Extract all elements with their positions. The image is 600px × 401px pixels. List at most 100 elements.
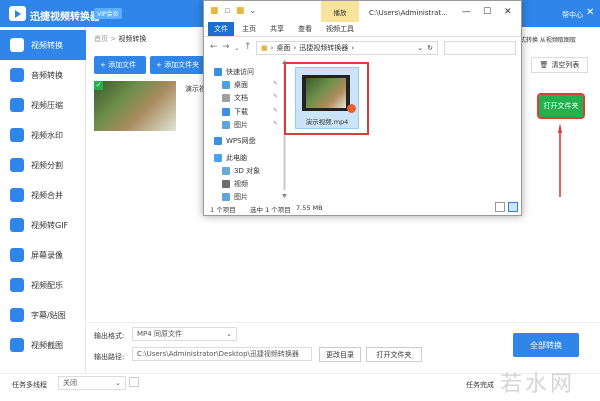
sidebar-item[interactable]: 音频转换 <box>0 60 86 90</box>
new-folder-icon[interactable]: ■ <box>236 6 246 16</box>
breadcrumb-home[interactable]: 首页 <box>94 35 108 43</box>
nav-item[interactable]: 视频 <box>222 178 248 190</box>
open-folder-green-button[interactable]: 打开文件夹 <box>537 93 585 119</box>
task-status-label: 任务完成 <box>466 381 494 389</box>
address-dropdown-icon[interactable]: ⌄ <box>417 44 423 52</box>
sidebar-item-label: 视频配乐 <box>31 280 63 290</box>
forward-arrow-icon[interactable]: → <box>222 42 230 52</box>
details-view-icon[interactable] <box>495 202 505 212</box>
sidebar-item[interactable]: 视频转换 <box>0 30 86 60</box>
nav-item[interactable]: WPS网盘 <box>214 135 256 147</box>
folder-icon: ■ <box>261 44 268 52</box>
play-tool-tab[interactable]: 播放 <box>321 1 359 22</box>
video-merge-icon <box>10 188 24 202</box>
sidebar-item[interactable]: 字幕/贴图 <box>0 300 86 330</box>
ribbon-tab[interactable]: 文件 <box>208 22 234 36</box>
pin-icon: ✎ <box>273 93 279 100</box>
breadcrumb-current: 视频转换 <box>118 35 147 43</box>
chevron-down-icon: ⌄ <box>226 330 232 338</box>
address-separator-icon: › <box>270 44 274 52</box>
ribbon-tab[interactable]: 主页 <box>242 22 256 36</box>
sidebar-item[interactable]: 视频水印 <box>0 120 86 150</box>
download-icon <box>222 108 230 116</box>
close-icon[interactable]: ✕ <box>504 7 512 17</box>
folder-icon: ■ <box>210 6 219 16</box>
output-format-label: 输出格式: <box>94 332 125 340</box>
change-directory-button[interactable]: 更改目录 <box>319 347 361 362</box>
computer-icon <box>214 154 222 162</box>
ribbon-tab[interactable]: 共享 <box>270 22 284 36</box>
sidebar-item[interactable]: 视频压缩 <box>0 90 86 120</box>
sidebar-item[interactable]: 视频配乐 <box>0 270 86 300</box>
address-bar[interactable]: ■ › 桌面 › 迅捷视频转换器 › ⌄ ↻ <box>256 41 438 55</box>
close-icon[interactable]: ✕ <box>586 7 594 18</box>
threads-checkbox[interactable] <box>129 377 139 387</box>
convert-all-button[interactable]: 全部转换 <box>513 333 579 357</box>
back-arrow-icon[interactable]: ← <box>210 42 218 52</box>
watermark-text: 若水网 <box>500 372 576 397</box>
task-threads-select[interactable]: 关闭 ⌄ <box>58 376 126 390</box>
recent-chevron-icon[interactable]: ⌄ <box>234 44 240 52</box>
trash-icon: 🗑 <box>539 61 549 69</box>
large-icons-view-icon[interactable] <box>508 202 518 212</box>
video-split-icon <box>10 158 24 172</box>
open-folder-button[interactable]: 打开文件夹 <box>366 347 422 362</box>
properties-icon[interactable]: ▫ <box>224 6 234 16</box>
star-icon <box>214 68 222 76</box>
pin-icon: ✎ <box>273 107 279 114</box>
ribbon-tab[interactable]: 查看 <box>298 22 312 36</box>
nav-item[interactable]: 3D 对象 <box>222 165 260 177</box>
nav-item[interactable]: 下载 <box>222 106 248 118</box>
video-convert-icon <box>10 38 24 52</box>
sidebar-item[interactable]: 视频合并 <box>0 180 86 210</box>
file-explorer-window: ■ ▫ ■ ⌄ 播放 C:\Users\Administrat... — ☐ ✕… <box>203 0 522 216</box>
sidebar-item[interactable]: 视频分割 <box>0 150 86 180</box>
address-separator-icon: › <box>351 44 355 52</box>
document-icon <box>222 94 230 102</box>
app-logo-icon <box>9 6 26 21</box>
clear-list-label: 清空列表 <box>551 61 580 69</box>
checkbox-checked-icon[interactable]: ✓ <box>94 81 103 90</box>
breadcrumb: 首页 > 视频转换 <box>94 34 146 44</box>
search-input[interactable] <box>444 41 516 55</box>
sidebar-item-label: 字幕/贴图 <box>31 310 66 320</box>
clear-list-button[interactable]: 🗑 清空列表 <box>531 57 588 73</box>
picture-icon <box>222 121 230 129</box>
sidebar-item-label: 视频压缩 <box>31 100 63 110</box>
maximize-icon[interactable]: ☐ <box>483 7 491 17</box>
screen-record-icon <box>10 248 24 262</box>
address-part-folder[interactable]: 迅捷视频转换器 <box>299 43 348 53</box>
refresh-icon[interactable]: ↻ <box>427 44 433 52</box>
add-file-button[interactable]: + 添加文件 <box>94 56 146 74</box>
nav-item-label: WPS网盘 <box>226 137 256 145</box>
window-title-path: C:\Users\Administrat... <box>369 9 448 17</box>
sidebar-item[interactable]: 视频转GIF <box>0 210 86 240</box>
ribbon-tab[interactable]: 视频工具 <box>326 22 354 36</box>
sidebar-item-label: 视频转GIF <box>31 220 69 230</box>
explorer-status-bar: 1 个项目 选中 1 个项目 7.55 MB <box>204 200 521 215</box>
minimize-icon[interactable]: — <box>462 7 471 17</box>
app-title: 迅捷视频转换器 <box>30 12 100 23</box>
up-arrow-icon[interactable]: ↑ <box>244 42 252 52</box>
address-part-desktop[interactable]: 桌面 <box>276 43 290 53</box>
sidebar: 视频转换 音频转换视频压缩视频水印 视频分割 视频合并视频转GIF 屏幕录像视频配乐字幕… <box>0 27 86 373</box>
nav-item[interactable]: 文档 <box>222 92 248 104</box>
video-folder-icon <box>222 180 230 188</box>
quick-access-menu-icon[interactable]: ⌄ <box>249 6 259 16</box>
sidebar-item[interactable]: 屏幕录像 <box>0 240 86 270</box>
output-path-field[interactable]: C:\Users\Administrator\Desktop\迅捷视频转换器 <box>132 347 312 361</box>
highlight-box <box>284 62 369 135</box>
nav-item[interactable]: 图片 <box>222 119 248 131</box>
nav-item-label: 此电脑 <box>226 154 247 162</box>
nav-item-label: 3D 对象 <box>234 167 261 175</box>
help-center-link[interactable]: 帮中心 <box>562 10 583 20</box>
subtitle-icon <box>10 308 24 322</box>
output-format-select[interactable]: MP4 同原文件 ⌄ <box>132 327 237 341</box>
nav-item-label: 桌面 <box>234 81 248 89</box>
address-separator-icon: › <box>293 44 297 52</box>
nav-item[interactable]: 此电脑 <box>214 152 247 164</box>
video-thumbnail[interactable] <box>94 81 176 131</box>
nav-item[interactable]: 快速访问 <box>214 66 254 78</box>
nav-item[interactable]: 桌面 <box>222 79 248 91</box>
sidebar-item[interactable]: 视频截图 <box>0 330 86 360</box>
